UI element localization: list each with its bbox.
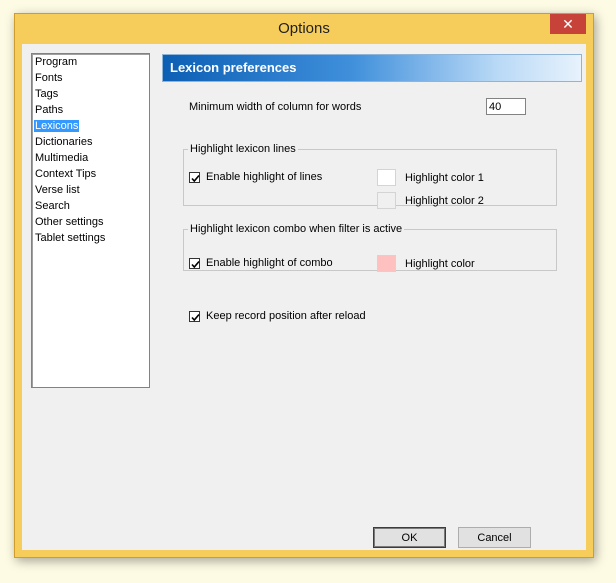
checkbox-box[interactable] [189,171,200,183]
close-button[interactable]: ✕ [550,14,586,34]
panel-title: Lexicon preferences [170,60,297,75]
sidebar-item-label: Context Tips [35,168,97,180]
highlight-color-2-swatch[interactable] [377,192,396,209]
enable-highlight-lines-checkbox[interactable]: Enable highlight of lines [189,171,322,183]
highlight-color-1-swatch[interactable] [377,169,396,186]
highlight-combo-group-title: Highlight lexicon combo when filter is a… [188,223,405,235]
min-width-label: Minimum width of column for words [189,101,362,113]
checkmark-icon [191,260,200,268]
panel-header: Lexicon preferences [162,54,582,82]
enable-highlight-lines-label: Enable highlight of lines [206,171,323,183]
sidebar-item-label: Program [35,56,78,68]
sidebar-item-label: Lexicons [34,120,80,132]
ok-button[interactable]: OK [373,527,446,548]
sidebar-item-verse-list[interactable]: Verse list [32,182,149,198]
category-list[interactable]: Program Fonts Tags Paths Lexicons Dictionarie… [31,53,150,388]
sidebar-item-label: Fonts [35,72,63,84]
sidebar-item-search[interactable]: Search [32,198,149,214]
sidebar-item-label: Search [35,200,70,212]
sidebar-item-tablet-settings[interactable]: Tablet settings [32,230,149,246]
sidebar-item-paths[interactable]: Paths [32,102,149,118]
checkbox-box[interactable] [189,310,200,322]
sidebar-item-other-settings[interactable]: Other settings [32,214,149,230]
highlight-color-1-label: Highlight color 1 [405,172,484,184]
enable-highlight-combo-checkbox[interactable]: Enable highlight of combo [189,257,333,269]
combo-highlight-color-swatch[interactable] [377,255,396,272]
keep-position-label: Keep record position after reload [206,310,366,322]
checkbox-box[interactable] [189,257,200,269]
sidebar-item-context-tips[interactable]: Context Tips [32,166,149,182]
options-window: Options ✕ Program Fonts Tags Paths Lexicons D… [14,13,594,558]
sidebar-item-label: Verse list [35,184,80,196]
window-title: Options [278,20,330,37]
sidebar-item-label: Dictionaries [35,136,93,148]
close-icon: ✕ [562,16,574,32]
sidebar-item-label: Tablet settings [35,232,106,244]
sidebar-item-label: Paths [35,104,64,116]
highlight-color-2-label: Highlight color 2 [405,195,484,207]
sidebar-item-lexicons[interactable]: Lexicons [32,118,149,134]
sidebar-item-program[interactable]: Program [32,54,149,70]
sidebar-item-dictionaries[interactable]: Dictionaries [32,134,149,150]
sidebar-item-fonts[interactable]: Fonts [32,70,149,86]
combo-highlight-color-label: Highlight color [405,258,475,270]
cancel-button[interactable]: Cancel [458,527,531,548]
checkmark-icon [191,174,200,182]
checkmark-icon [191,313,200,321]
title-bar[interactable]: Options ✕ [15,14,593,44]
min-width-input[interactable] [486,98,526,115]
sidebar-item-label: Multimedia [35,152,89,164]
sidebar-item-label: Tags [35,88,59,100]
sidebar-item-label: Other settings [35,216,104,228]
sidebar-item-tags[interactable]: Tags [32,86,149,102]
enable-highlight-combo-label: Enable highlight of combo [206,257,333,269]
sidebar-item-multimedia[interactable]: Multimedia [32,150,149,166]
highlight-lines-group-title: Highlight lexicon lines [188,143,298,155]
dialog-body: Program Fonts Tags Paths Lexicons Dictionarie… [22,44,586,550]
keep-position-checkbox[interactable]: Keep record position after reload [189,310,366,322]
